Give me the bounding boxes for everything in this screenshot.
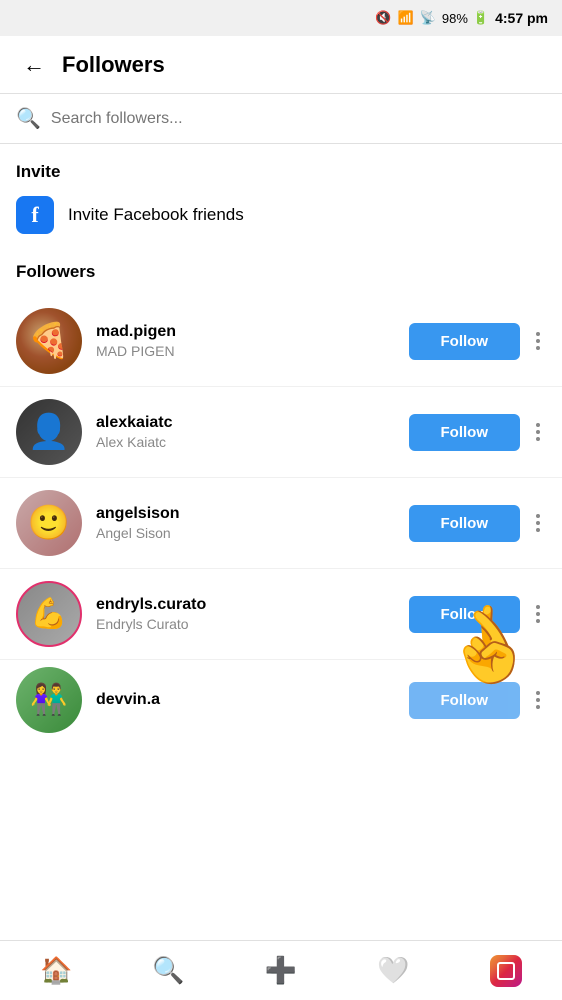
search-bar: 🔍 xyxy=(16,106,546,131)
page-title: Followers xyxy=(62,52,165,78)
avatar xyxy=(16,490,82,556)
invite-section: Invite f Invite Facebook friends xyxy=(0,144,562,244)
display-name: Endryls Curato xyxy=(96,616,409,632)
search-input[interactable] xyxy=(51,110,546,128)
username: alexkaiatc xyxy=(96,414,409,432)
nav-add-button[interactable]: ➕ xyxy=(251,941,311,1000)
more-options-button[interactable] xyxy=(530,601,546,627)
followers-label: Followers xyxy=(16,262,546,282)
follower-row: alexkaiatc Alex Kaiatc Follow xyxy=(0,387,562,478)
avatar xyxy=(16,667,82,733)
follow-button[interactable]: Follow xyxy=(409,682,521,719)
status-signal-icon: 📡 xyxy=(420,10,436,26)
status-battery: 98%🔋 xyxy=(442,10,489,26)
followers-section-header: Followers xyxy=(0,244,562,296)
invite-facebook-button[interactable]: f Invite Facebook friends xyxy=(16,196,546,234)
follow-button[interactable]: Follow xyxy=(409,596,521,633)
user-info: mad.pigen MAD PIGEN xyxy=(96,323,409,359)
nav-home-button[interactable]: 🏠 xyxy=(26,941,86,1000)
nav-profile-button[interactable] xyxy=(476,941,536,1000)
status-wifi-icon: 📶 xyxy=(397,10,413,26)
username: angelsison xyxy=(96,505,409,523)
follower-row: endryls.curato Endryls Curato Follow 🤞 xyxy=(0,569,562,660)
username: endryls.curato xyxy=(96,596,409,614)
nav-likes-button[interactable]: 🤍 xyxy=(363,941,423,1000)
more-options-button[interactable] xyxy=(530,419,546,445)
followers-list: mad.pigen MAD PIGEN Follow alexkaiatc Al… xyxy=(0,296,562,810)
status-bar: 🔇 📶 📡 98%🔋 4:57 pm xyxy=(0,0,562,36)
nav-search-button[interactable]: 🔍 xyxy=(139,941,199,1000)
follow-button[interactable]: Follow xyxy=(409,414,521,451)
status-mute-icon: 🔇 xyxy=(375,10,391,26)
search-icon: 🔍 xyxy=(16,106,41,131)
follow-button[interactable]: Follow xyxy=(409,323,521,360)
follower-row: angelsison Angel Sison Follow xyxy=(0,478,562,569)
display-name: Angel Sison xyxy=(96,525,409,541)
avatar xyxy=(16,399,82,465)
header: ← Followers xyxy=(0,36,562,94)
add-icon: ➕ xyxy=(265,955,297,986)
more-options-button[interactable] xyxy=(530,687,546,713)
display-name: Alex Kaiatc xyxy=(96,434,409,450)
home-icon: 🏠 xyxy=(40,955,72,986)
back-icon: ← xyxy=(23,52,45,78)
bottom-navigation: 🏠 🔍 ➕ 🤍 xyxy=(0,940,562,1000)
search-nav-icon: 🔍 xyxy=(152,955,184,986)
follow-button[interactable]: Follow xyxy=(409,505,521,542)
invite-facebook-text: Invite Facebook friends xyxy=(68,205,244,225)
user-info: alexkaiatc Alex Kaiatc xyxy=(96,414,409,450)
display-name: MAD PIGEN xyxy=(96,343,409,359)
status-time: 4:57 pm xyxy=(495,10,548,26)
profile-grid-icon xyxy=(490,955,522,987)
avatar xyxy=(16,581,82,647)
invite-label: Invite xyxy=(16,162,546,182)
back-button[interactable]: ← xyxy=(16,47,52,83)
avatar xyxy=(16,308,82,374)
more-options-button[interactable] xyxy=(530,328,546,354)
more-options-button[interactable] xyxy=(530,510,546,536)
follower-row: mad.pigen MAD PIGEN Follow xyxy=(0,296,562,387)
facebook-icon: f xyxy=(16,196,54,234)
user-info: angelsison Angel Sison xyxy=(96,505,409,541)
username: devvin.a xyxy=(96,691,409,709)
follower-row: devvin.a Follow xyxy=(0,660,562,740)
user-info: devvin.a xyxy=(96,691,409,709)
username: mad.pigen xyxy=(96,323,409,341)
heart-icon: 🤍 xyxy=(377,955,409,986)
user-info: endryls.curato Endryls Curato xyxy=(96,596,409,632)
search-section: 🔍 xyxy=(0,94,562,144)
